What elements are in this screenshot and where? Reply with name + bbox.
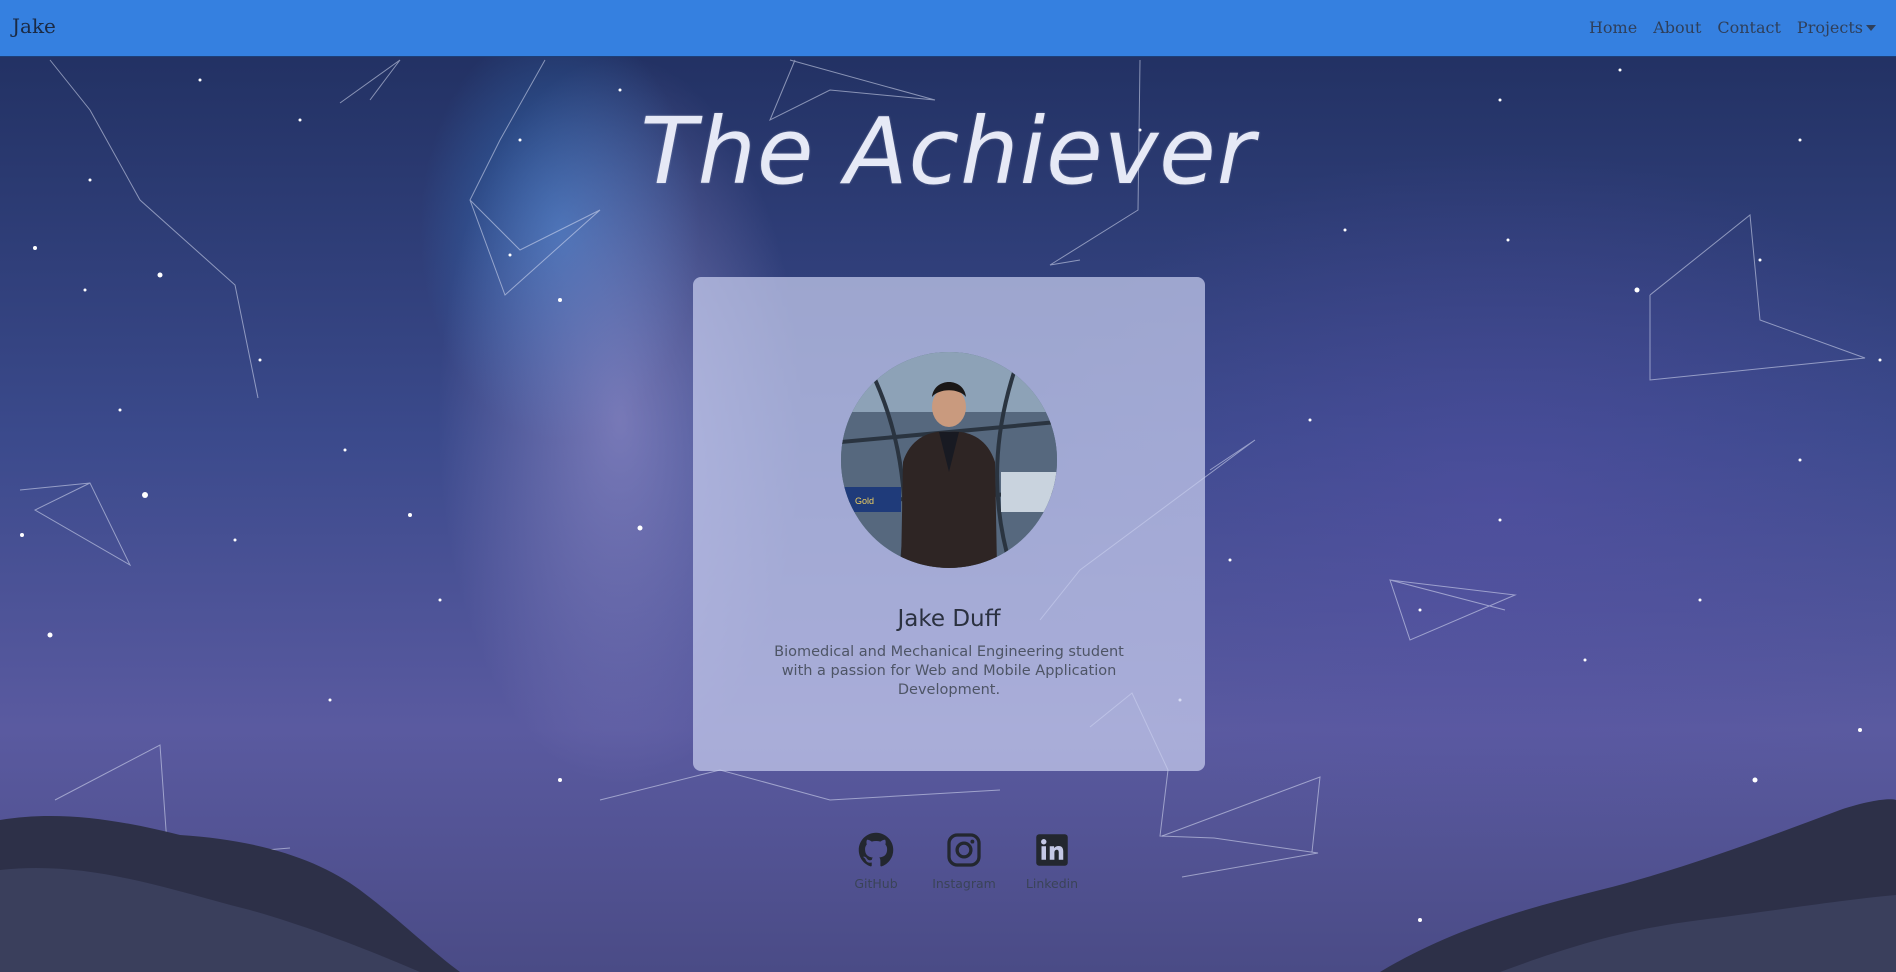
profile-name: Jake Duff	[897, 606, 1001, 632]
github-label: GitHub	[854, 876, 898, 891]
brand-link[interactable]: Jake	[12, 14, 56, 38]
profile-card: Gold Jake Duff Biomedical and Mechanical…	[693, 277, 1205, 771]
instagram-link[interactable]: Instagram	[920, 832, 1008, 891]
instagram-icon	[947, 833, 981, 867]
profile-photo: Gold	[841, 352, 1057, 568]
github-icon	[858, 832, 894, 867]
nav-link-projects-label: Projects	[1796, 18, 1863, 37]
nav-dropdown-projects[interactable]: Projects	[1797, 18, 1876, 37]
instagram-label: Instagram	[932, 876, 996, 891]
linkedin-label: Linkedin	[1025, 876, 1079, 891]
photo-sign-text: Gold	[855, 496, 874, 506]
nav-link-about[interactable]: About	[1653, 18, 1701, 37]
linkedin-link[interactable]: Linkedin	[1008, 832, 1096, 891]
caret-down-icon	[1866, 24, 1876, 31]
top-navbar: Jake Home About Contact Projects	[0, 0, 1896, 57]
nav-link-contact[interactable]: Contact	[1717, 18, 1781, 37]
profile-description: Biomedical and Mechanical Engineering st…	[774, 644, 1124, 698]
hero-title: The Achiever	[640, 98, 1256, 205]
nav-links: Home About Contact Projects	[1589, 18, 1876, 37]
social-links: GitHub Instagram Linkedin	[832, 832, 1096, 891]
nav-link-home[interactable]: Home	[1589, 18, 1637, 37]
github-link[interactable]: GitHub	[832, 832, 920, 891]
linkedin-icon	[1036, 834, 1068, 866]
